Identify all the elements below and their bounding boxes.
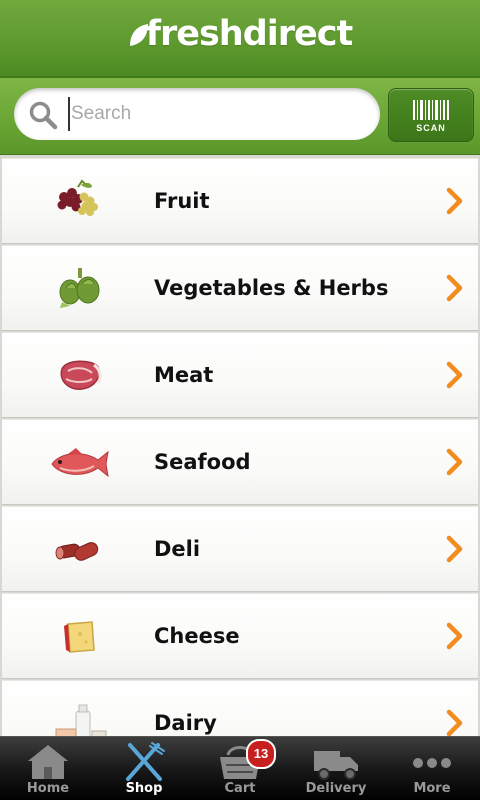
cheese-icon [64,621,95,653]
artichoke-icon [59,268,100,308]
ellipsis-icon [413,758,451,768]
app-screen: freshdirect SCAN [0,0,480,800]
chevron-right-icon [446,709,463,736]
chevron-right-icon [446,622,463,650]
grapes-icon [57,179,98,216]
search-box[interactable] [14,88,380,140]
app-header: freshdirect [0,0,480,78]
milk-icon [55,704,107,736]
category-row-seafood[interactable]: Seafood [2,419,478,505]
category-row-fruit[interactable]: Fruit [2,158,478,244]
tab-more[interactable]: More [384,737,480,800]
category-row-dairy[interactable]: Dairy [2,680,478,736]
steak-icon [60,360,102,390]
scan-button[interactable]: SCAN [388,88,474,142]
category-row-cheese[interactable]: Cheese [2,593,478,679]
category-label: Seafood [154,450,251,474]
tab-delivery[interactable]: Delivery [288,737,384,800]
category-list: Fruit Vegetables & Herbs Meat Seafood De… [0,158,480,736]
chevron-right-icon [446,361,463,389]
salami-icon [55,542,99,561]
chevron-right-icon [446,274,463,302]
search-bar: SCAN [0,78,480,155]
cart-count-badge: 13 [246,739,276,769]
search-input[interactable] [68,97,371,131]
tab-label: Home [26,781,70,796]
category-row-vegetables-herbs[interactable]: Vegetables & Herbs [2,245,478,331]
category-row-meat[interactable]: Meat [2,332,478,418]
chevron-right-icon [446,448,463,476]
fork-knife-icon [126,742,165,781]
scan-label: SCAN [416,123,446,133]
category-label: Fruit [154,189,210,213]
search-icon [29,101,58,130]
barcode-icon [413,100,449,120]
bottom-tab-bar: Home Shop 13 Cart Delivery More [0,736,480,800]
tab-shop[interactable]: Shop [96,737,192,800]
tab-label: Cart [224,781,256,796]
tab-cart[interactable]: 13 Cart [192,737,288,800]
category-label: Vegetables & Herbs [154,276,389,300]
category-label: Cheese [154,624,240,648]
tab-label: Delivery [305,781,367,796]
tab-label: More [413,781,451,796]
fish-icon [51,448,109,478]
category-row-deli[interactable]: Deli [2,506,478,592]
category-label: Meat [154,363,214,387]
chevron-right-icon [446,187,463,215]
chevron-right-icon [446,535,463,563]
house-icon [28,745,68,779]
logo-text: freshdirect [145,14,354,54]
tab-home[interactable]: Home [0,737,96,800]
truck-icon [314,751,358,780]
tab-label: Shop [125,781,163,796]
freshdirect-logo: freshdirect [0,14,480,54]
category-label: Deli [154,537,201,561]
category-label: Dairy [154,711,217,735]
